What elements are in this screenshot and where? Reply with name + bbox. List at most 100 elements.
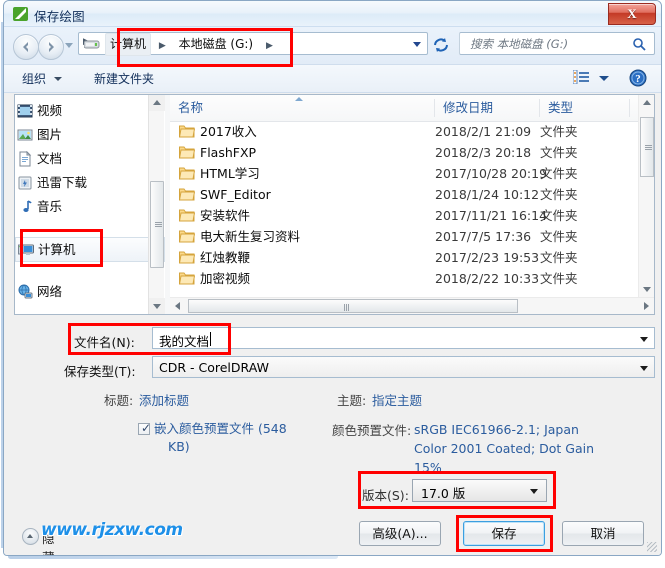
search-box[interactable]: 搜索 本地磁盘 (G:) (459, 32, 655, 55)
save-button[interactable]: 保存 (463, 521, 545, 546)
file-type: 文件夹 (540, 208, 578, 223)
scroll-down-icon[interactable] (149, 298, 165, 314)
savetype-label: 保存类型(T): (64, 364, 136, 379)
folder-icon (178, 145, 196, 159)
table-row[interactable]: 2017收入 2018/2/1 21:09 文件夹 (170, 121, 654, 142)
file-list-vertical-scrollbar[interactable] (638, 95, 654, 297)
file-type: 文件夹 (540, 124, 578, 139)
sidebar-item-thunder-download[interactable]: 迅雷下载 (15, 171, 165, 195)
scroll-left-icon[interactable] (170, 298, 186, 314)
filename-input[interactable]: 我的文档 (152, 327, 655, 349)
file-date: 2018/2/22 10:33 (435, 271, 540, 286)
organize-label: 组织 (22, 72, 47, 86)
column-header-date[interactable]: 修改日期 (435, 95, 540, 121)
table-row[interactable]: FlashFXP 2018/2/3 20:18 文件夹 (170, 142, 654, 163)
text-caret (210, 332, 211, 346)
address-bar[interactable]: ▶ 计算机 ▶ 本地磁盘 (G:) ▶ (78, 32, 428, 57)
address-dropdown-icon[interactable] (413, 42, 421, 47)
folder-icon (178, 271, 196, 285)
sidebar-item-label: 文档 (37, 151, 63, 166)
file-list-horizontal-scrollbar[interactable] (170, 297, 654, 314)
breadcrumb-item-computer[interactable]: 计算机 (105, 33, 152, 56)
file-name: 2017收入 (200, 124, 257, 139)
navpane-scrollbar[interactable] (148, 95, 165, 314)
table-row[interactable]: 红烛教鞭 2017/2/23 19:53 文件夹 (170, 247, 654, 268)
scroll-down-icon[interactable] (639, 281, 654, 297)
back-button[interactable] (13, 34, 39, 60)
pictures-icon (17, 127, 33, 143)
folder-icon (178, 229, 196, 243)
chevron-down-icon[interactable] (530, 489, 538, 494)
advanced-button[interactable]: 高级(A)... (359, 521, 441, 546)
sidebar-item-music[interactable]: 音乐 (15, 195, 165, 219)
sidebar-item-label: 网络 (37, 284, 63, 299)
column-header-name[interactable]: 名称 (170, 95, 435, 121)
breadcrumb: 计算机 ▶ 本地磁盘 (G:) ▶ (105, 33, 277, 57)
refresh-button[interactable] (432, 36, 450, 54)
sidebar-item-computer[interactable]: 计算机 (15, 237, 165, 262)
file-date: 2018/2/3 20:18 (435, 145, 532, 160)
resize-grip-icon[interactable] (647, 542, 657, 552)
thunder-download-icon (17, 175, 33, 191)
cancel-button[interactable]: 取消 (562, 521, 644, 546)
collapse-up-icon (22, 528, 39, 545)
search-input[interactable]: 搜索 本地磁盘 (G:) (470, 36, 568, 52)
table-row[interactable]: SWF_Editor 2018/1/24 10:12 文件夹 (170, 184, 654, 205)
file-list-scroll-thumb[interactable] (640, 117, 654, 177)
table-row[interactable]: 加密视频 2018/2/22 10:33 文件夹 (170, 268, 654, 289)
new-folder-button[interactable]: 新建文件夹 (94, 70, 154, 87)
recent-locations-icon[interactable] (65, 43, 73, 48)
close-button[interactable]: X (608, 3, 656, 25)
file-name: FlashFXP (200, 145, 257, 160)
breadcrumb-item-local-disk[interactable]: 本地磁盘 (G:) (174, 33, 259, 56)
sidebar-item-pictures[interactable]: 图片 (15, 123, 165, 147)
file-date: 2018/1/24 10:12 (435, 187, 540, 202)
title-bar: 保存绘图 X (4, 1, 661, 27)
change-view-button[interactable] (572, 69, 609, 87)
column-header-type[interactable]: 类型 (540, 95, 630, 121)
scroll-right-icon[interactable] (638, 298, 654, 314)
close-icon: X (627, 6, 637, 21)
file-list-hscroll-thumb[interactable] (188, 299, 518, 313)
scroll-up-icon[interactable] (639, 95, 654, 111)
video-icon (17, 103, 33, 119)
version-value: 17.0 版 (421, 486, 466, 501)
sidebar-item-label: 迅雷下载 (37, 175, 88, 190)
coreldraw-icon (13, 6, 29, 22)
chevron-down-icon[interactable] (640, 337, 648, 342)
chevron-down-icon[interactable] (640, 366, 648, 371)
column-header-label: 修改日期 (443, 100, 494, 115)
subject-label: 主题: (337, 393, 367, 408)
folder-icon (178, 208, 196, 222)
sidebar-item-network[interactable]: 网络 (15, 280, 165, 304)
forward-button[interactable] (38, 34, 64, 60)
scroll-grip-icon (645, 145, 652, 150)
organize-button[interactable]: 组织 (22, 70, 62, 87)
hard-drive-icon (83, 38, 100, 51)
table-row[interactable]: 电大新生复习资料 2017/7/5 17:36 文件夹 (170, 226, 654, 247)
sidebar-item-documents[interactable]: 文档 (15, 147, 165, 171)
file-name: 红烛教鞭 (200, 250, 251, 265)
subject-value[interactable]: 指定主题 (372, 390, 422, 409)
breadcrumb-separator-1[interactable]: ▶ (155, 36, 170, 57)
save-drawing-dialog: 保存绘图 X ▶ 计算 (3, 0, 662, 556)
version-dropdown[interactable]: 17.0 版 (412, 479, 547, 502)
table-row[interactable]: HTML学习 2017/10/28 20:19 文件夹 (170, 163, 654, 184)
savetype-dropdown[interactable]: CDR - CorelDRAW (152, 356, 655, 378)
colorprofile-value[interactable]: sRGB IEC61966-2.1; Japan Color 2001 Coat… (414, 420, 614, 477)
table-row[interactable]: 安装软件 2017/11/21 16:14 文件夹 (170, 205, 654, 226)
title-value[interactable]: 添加标题 (139, 390, 189, 409)
embed-color-profile-label[interactable]: 嵌入颜色预置文件 (548 KB) (154, 420, 314, 456)
file-date: 2017/10/28 20:19 (435, 166, 548, 181)
navpane-scroll-thumb[interactable] (150, 181, 164, 268)
sidebar-item-videos[interactable]: 视频 (15, 99, 165, 123)
help-button[interactable]: ? (629, 69, 647, 87)
embed-color-profile-checkbox[interactable]: ✓ (138, 422, 151, 435)
column-divider[interactable] (629, 99, 630, 117)
file-type: 文件夹 (540, 166, 578, 181)
scroll-up-icon[interactable] (149, 95, 165, 111)
computer-icon (18, 242, 34, 258)
folder-icon (178, 124, 196, 138)
back-arrow-icon (23, 42, 28, 52)
breadcrumb-separator-2[interactable]: ▶ (262, 36, 277, 57)
